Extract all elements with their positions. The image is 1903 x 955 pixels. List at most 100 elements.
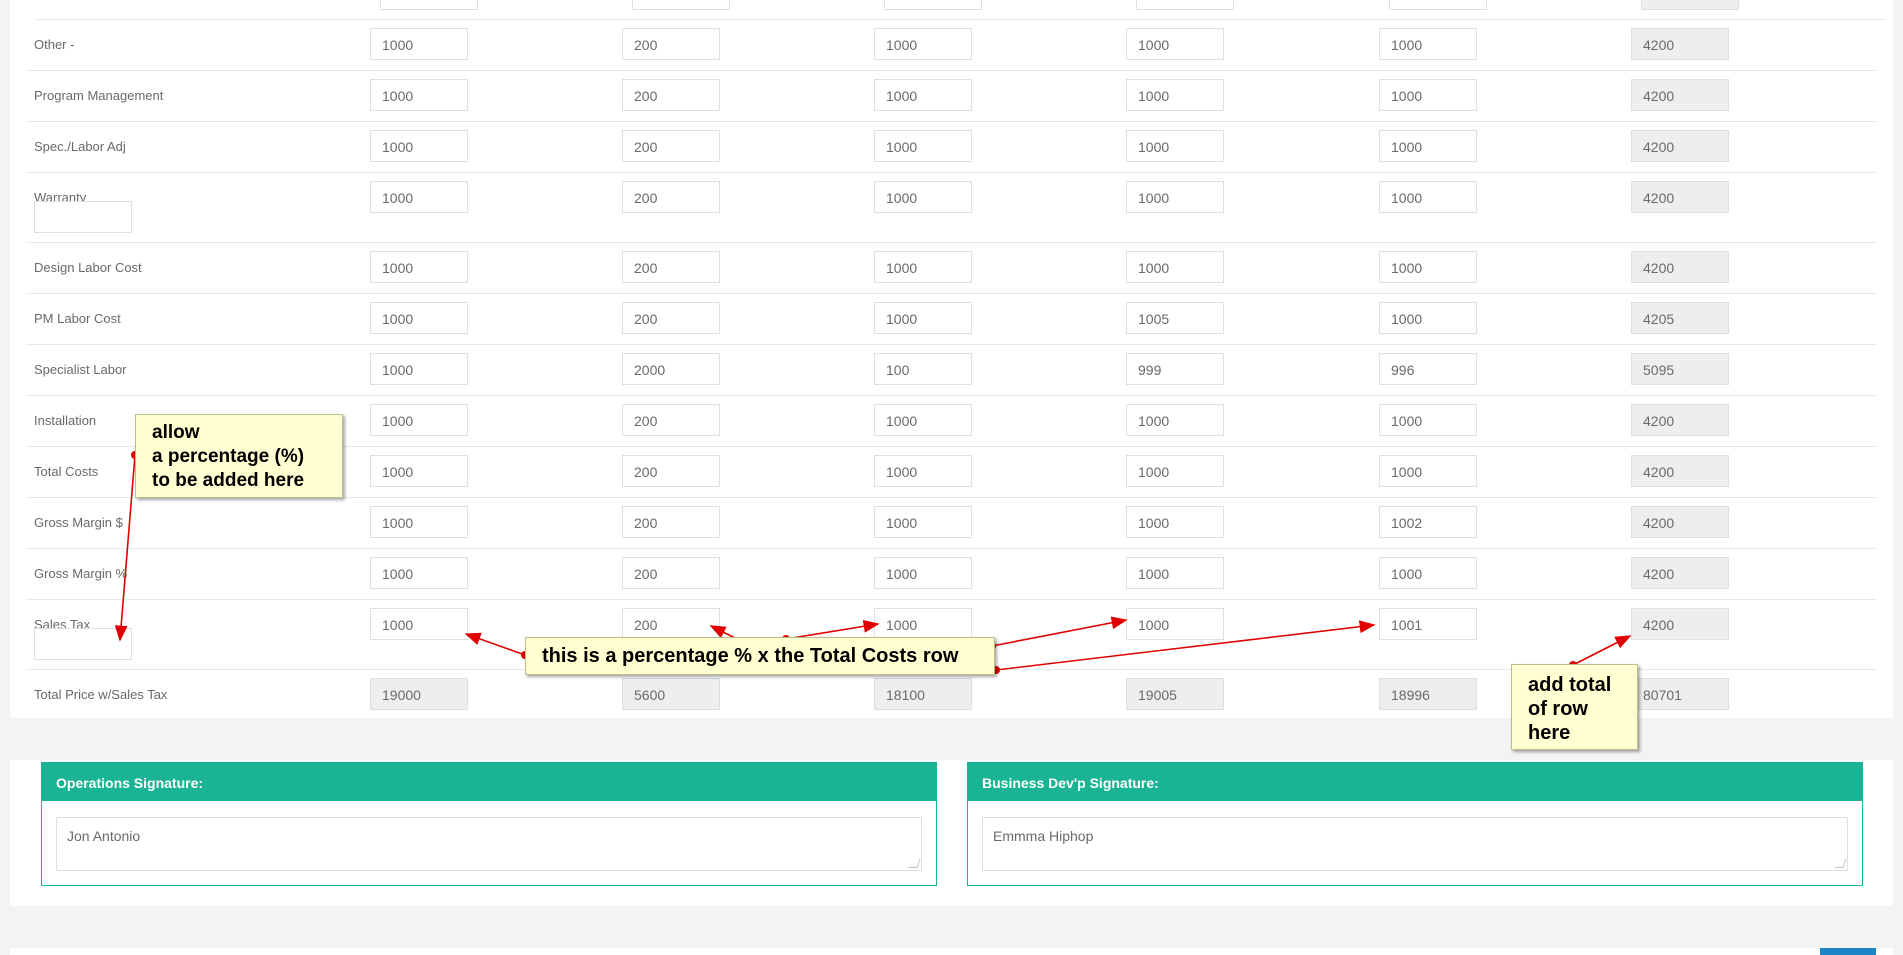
value-input[interactable]: 1000 — [1126, 455, 1224, 487]
value-input[interactable]: 1000 — [1379, 302, 1477, 334]
value-input[interactable]: 1000 — [874, 181, 972, 213]
value-input[interactable]: 1000 — [370, 79, 468, 111]
value-input[interactable]: 200 — [622, 506, 720, 538]
row-label: Spec./Labor Adj — [34, 139, 126, 154]
value-input[interactable]: 1000 — [874, 455, 972, 487]
value-input[interactable]: 1000 — [370, 455, 468, 487]
cell-partial[interactable] — [1136, 0, 1234, 10]
table-row: PM Labor Cost 1000 200 1000 1005 1000 4205 — [26, 293, 1876, 345]
value-input[interactable]: 1000 — [1126, 557, 1224, 589]
row-label: Total Costs — [34, 464, 99, 479]
value-input[interactable]: 1000 — [370, 404, 468, 436]
value-input[interactable]: 1000 — [370, 608, 468, 640]
value-input[interactable]: 1000 — [370, 181, 468, 213]
value-input[interactable]: 1005 — [1126, 302, 1224, 334]
table-row: Specialist Labor 1000 2000 100 999 996 5095 — [26, 344, 1876, 396]
value-input[interactable]: 1000 — [874, 557, 972, 589]
row-total: 4200 — [1631, 130, 1729, 162]
annotation-note-total-costs: this is a percentage % x the Total Costs… — [525, 637, 995, 675]
table-row-partial — [36, 0, 1886, 20]
value-input[interactable]: 1000 — [1379, 557, 1477, 589]
value-input: 18996 — [1379, 678, 1477, 710]
row-label: Specialist Labor — [34, 362, 127, 377]
value-input[interactable]: 1000 — [370, 28, 468, 60]
value-input: 5600 — [622, 678, 720, 710]
value-input[interactable]: 1002 — [1379, 506, 1477, 538]
table-row: Gross Margin % 1000 200 1000 1000 1000 4200 — [26, 548, 1876, 600]
value-input[interactable]: 1000 — [1379, 181, 1477, 213]
value-input[interactable]: 1000 — [1379, 251, 1477, 283]
cell-partial[interactable] — [884, 0, 982, 10]
value-input[interactable]: 999 — [1126, 353, 1224, 385]
row-total: 4200 — [1631, 181, 1729, 213]
value-input[interactable]: 1001 — [1379, 608, 1477, 640]
note3-line3: here — [1528, 722, 1571, 744]
table-row: Program Management 1000 200 1000 1000 1000 420… — [26, 70, 1876, 122]
cell-partial[interactable] — [1389, 0, 1487, 10]
value-input[interactable]: 1000 — [370, 302, 468, 334]
value-input[interactable]: 1000 — [1126, 181, 1224, 213]
value-input[interactable]: 1000 — [874, 130, 972, 162]
value-input[interactable]: 1000 — [1126, 404, 1224, 436]
percentage-input[interactable] — [34, 628, 132, 660]
value-input[interactable]: 1000 — [874, 79, 972, 111]
value-input[interactable]: 1000 — [874, 608, 972, 640]
value-input[interactable]: 1000 — [370, 353, 468, 385]
value-input[interactable]: 200 — [622, 130, 720, 162]
value-input[interactable]: 996 — [1379, 353, 1477, 385]
value-input[interactable]: 1000 — [1126, 251, 1224, 283]
row-total: 4200 — [1631, 557, 1729, 589]
cell-partial[interactable] — [632, 0, 730, 10]
value-input[interactable]: 1000 — [874, 28, 972, 60]
value-input[interactable]: 100 — [874, 353, 972, 385]
value-input[interactable]: 1000 — [1379, 130, 1477, 162]
note3-line2: of row — [1528, 698, 1588, 720]
value-input[interactable]: 200 — [622, 79, 720, 111]
note1-line1: allow — [152, 422, 200, 443]
value-input[interactable]: 200 — [622, 455, 720, 487]
row-total: 80701 — [1631, 678, 1729, 710]
value-input[interactable]: 1000 — [874, 506, 972, 538]
row-total-partial — [1641, 0, 1739, 10]
value-input[interactable]: 200 — [622, 404, 720, 436]
value-input[interactable]: 1000 — [1126, 79, 1224, 111]
value-input[interactable]: 1000 — [1379, 404, 1477, 436]
value-input[interactable]: 1000 — [1126, 506, 1224, 538]
row-label: Gross Margin $ — [34, 515, 123, 530]
operations-signature-card: Operations Signature: Jon Antonio — [41, 762, 937, 886]
value-input[interactable]: 1000 — [370, 251, 468, 283]
row-total: 4200 — [1631, 455, 1729, 487]
value-input[interactable]: 1000 — [1379, 79, 1477, 111]
value-input[interactable]: 1000 — [370, 130, 468, 162]
value-input[interactable]: 1000 — [370, 557, 468, 589]
business-signature-field[interactable]: Emmma Hiphop — [982, 817, 1848, 871]
value-input[interactable]: 1000 — [1379, 28, 1477, 60]
value-input[interactable]: 1000 — [370, 506, 468, 538]
value-input[interactable]: 1000 — [1126, 28, 1224, 60]
percentage-input[interactable] — [34, 201, 132, 233]
value-input[interactable]: 200 — [622, 28, 720, 60]
business-signature-card: Business Dev'p Signature: Emmma Hiphop — [967, 762, 1863, 886]
row-label: Installation — [34, 413, 97, 428]
value-input[interactable]: 2000 — [622, 353, 720, 385]
operations-signature-field[interactable]: Jon Antonio — [56, 817, 922, 871]
value-input[interactable]: 200 — [622, 608, 720, 640]
row-total: 4200 — [1631, 608, 1729, 640]
value-input[interactable]: 200 — [622, 302, 720, 334]
value-input[interactable]: 200 — [622, 181, 720, 213]
row-label: Design Labor Cost — [34, 260, 142, 275]
value-input[interactable]: 1000 — [1126, 130, 1224, 162]
value-input[interactable]: 200 — [622, 557, 720, 589]
value-input[interactable]: 1000 — [1126, 608, 1224, 640]
primary-button[interactable] — [1820, 948, 1876, 955]
value-input[interactable]: 200 — [622, 251, 720, 283]
note1-line3: to be added here — [152, 470, 305, 491]
value-input[interactable]: 1000 — [874, 251, 972, 283]
cell-partial[interactable] — [380, 0, 478, 10]
value-input[interactable]: 1000 — [874, 404, 972, 436]
value-input[interactable]: 1000 — [874, 302, 972, 334]
value-input: 19000 — [370, 678, 468, 710]
row-label: Total Price w/Sales Tax — [34, 687, 168, 702]
row-total: 4200 — [1631, 506, 1729, 538]
value-input[interactable]: 1000 — [1379, 455, 1477, 487]
